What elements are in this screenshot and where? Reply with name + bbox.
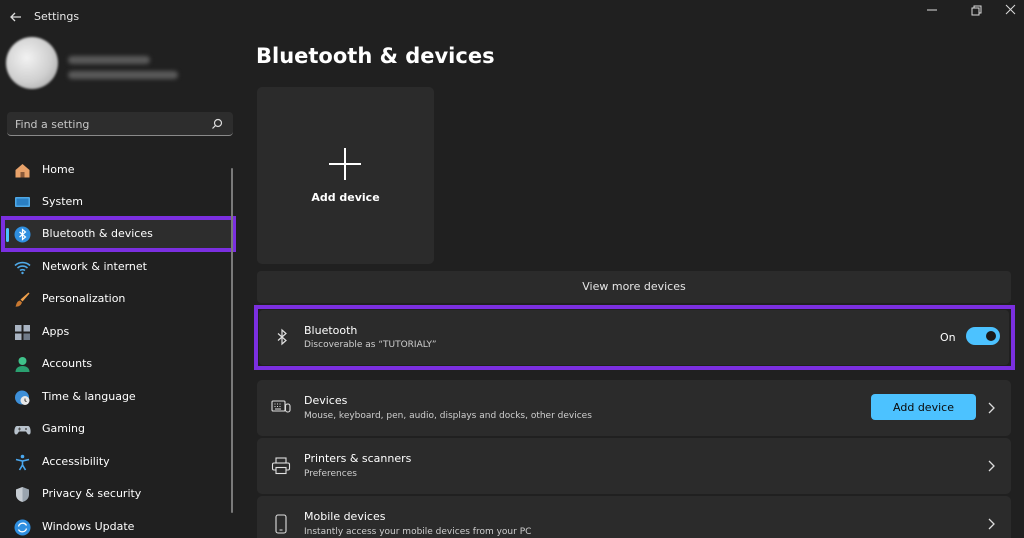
chevron-right-icon[interactable] — [987, 518, 995, 530]
phone-icon — [275, 514, 287, 534]
search-box[interactable] — [7, 112, 233, 136]
mobile-devices-subtitle: Instantly access your mobile devices fro… — [304, 527, 532, 537]
profile-email-blurred — [68, 71, 178, 79]
shield-icon — [16, 487, 29, 502]
globe-clock-icon — [15, 390, 30, 405]
sidebar-item-label: Privacy & security — [42, 487, 142, 500]
sidebar-item-label: Gaming — [42, 422, 85, 435]
gamepad-icon — [14, 426, 31, 435]
sidebar-item-personalization[interactable]: Personalization — [4, 284, 234, 314]
sidebar-item-accessibility[interactable]: Accessibility — [4, 447, 234, 477]
sidebar-item-gaming[interactable]: Gaming — [4, 414, 234, 444]
keyboard-devices-icon — [271, 400, 291, 413]
update-icon — [14, 519, 31, 536]
person-icon — [15, 357, 30, 372]
page-title: Bluetooth & devices — [256, 44, 495, 68]
title-bar: Settings — [0, 0, 1024, 34]
paintbrush-icon — [15, 292, 30, 307]
devices-card[interactable]: Devices Mouse, keyboard, pen, audio, dis… — [257, 380, 1011, 436]
sidebar-item-windows-update[interactable]: Windows Update — [4, 512, 234, 538]
sidebar-item-label: Accounts — [42, 357, 93, 370]
sidebar-item-accounts[interactable]: Accounts — [4, 349, 234, 379]
add-device-button[interactable]: Add device — [871, 394, 976, 420]
apps-icon — [15, 325, 30, 340]
chevron-right-icon[interactable] — [987, 402, 995, 414]
printers-subtitle: Preferences — [304, 469, 357, 479]
restore-icon[interactable] — [962, 2, 990, 18]
highlight-box-bluetooth — [254, 305, 1015, 370]
sidebar-item-label: Home — [42, 163, 75, 176]
plus-icon — [329, 148, 361, 180]
sidebar-item-label: Accessibility — [42, 455, 110, 468]
view-more-devices-link[interactable]: View more devices — [257, 271, 1011, 303]
sidebar-item-network[interactable]: Network & internet — [4, 252, 234, 282]
printers-title: Printers & scanners — [304, 452, 412, 465]
sidebar-item-label: Windows Update — [42, 520, 135, 533]
add-device-tile[interactable]: Add device — [257, 87, 434, 264]
accessibility-icon — [15, 454, 30, 471]
sidebar-item-time-language[interactable]: Time & language — [4, 382, 234, 412]
app-title: Settings — [34, 10, 80, 23]
sidebar-item-label: System — [42, 195, 84, 208]
profile-name-blurred — [68, 56, 150, 64]
highlight-box-nav — [1, 216, 236, 252]
sidebar-item-label: Apps — [42, 325, 70, 338]
monitor-icon — [15, 197, 30, 207]
sidebar-item-label: Network & internet — [42, 260, 147, 273]
wifi-icon — [14, 261, 31, 275]
devices-subtitle: Mouse, keyboard, pen, audio, displays an… — [304, 411, 592, 421]
sidebar-item-label: Time & language — [42, 390, 136, 403]
sidebar-scrollbar[interactable] — [231, 168, 233, 513]
mobile-devices-title: Mobile devices — [304, 510, 386, 523]
minimize-icon[interactable] — [918, 2, 946, 18]
chevron-right-icon[interactable] — [987, 460, 995, 472]
mobile-devices-card[interactable]: Mobile devices Instantly access your mob… — [257, 496, 1011, 538]
home-icon — [15, 164, 30, 178]
sidebar-item-system[interactable]: System — [4, 187, 234, 217]
printers-card[interactable]: Printers & scanners Preferences — [257, 438, 1011, 494]
sidebar-item-privacy[interactable]: Privacy & security — [4, 479, 234, 509]
close-icon[interactable] — [996, 2, 1024, 18]
avatar[interactable] — [6, 37, 58, 89]
sidebar-item-home[interactable]: Home — [4, 155, 234, 185]
search-input[interactable] — [15, 115, 205, 133]
search-icon[interactable] — [211, 118, 223, 130]
printer-icon — [271, 457, 291, 475]
sidebar-item-label: Personalization — [42, 292, 126, 305]
add-device-tile-label: Add device — [311, 191, 380, 204]
back-arrow-icon[interactable] — [8, 9, 24, 25]
sidebar-item-apps[interactable]: Apps — [4, 317, 234, 347]
devices-title: Devices — [304, 394, 348, 407]
